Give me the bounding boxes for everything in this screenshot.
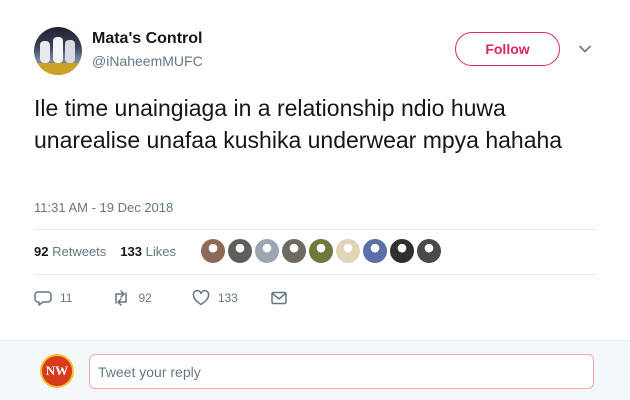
reply-count: 11 [60, 291, 73, 305]
likes-label: Likes [145, 244, 176, 259]
author-name[interactable]: Mata's Control [92, 30, 202, 48]
reply-button[interactable]: 11 [34, 289, 72, 307]
liker-avatar[interactable] [255, 239, 279, 263]
engagement-stats: 92 Retweets 133 Likes [34, 244, 176, 259]
reply-bar: NW [0, 340, 630, 400]
author-avatar[interactable] [34, 27, 82, 75]
follow-button[interactable]: Follow [455, 32, 560, 66]
liker-avatar[interactable] [228, 239, 252, 263]
like-count: 133 [217, 291, 238, 305]
liker-avatar[interactable] [417, 239, 441, 263]
heart-icon [192, 289, 210, 306]
envelope-icon [271, 291, 287, 305]
liker-avatar[interactable] [336, 239, 360, 263]
liker-avatar[interactable] [309, 239, 333, 263]
divider [34, 229, 596, 230]
tweet-text: Ile time unaingiaga in a relationship nd… [34, 95, 563, 153]
direct-message-button[interactable] [270, 289, 288, 307]
liker-avatars [201, 239, 441, 263]
retweets-label: Retweets [52, 244, 107, 259]
tweet-actions: 11 92 133 [34, 289, 320, 307]
user-avatar[interactable]: NW [40, 354, 74, 388]
reply-input[interactable] [89, 354, 594, 389]
liker-avatar[interactable] [201, 239, 225, 263]
retweets-count: 92 [34, 244, 49, 259]
chevron-down-icon[interactable] [578, 42, 592, 56]
divider [34, 274, 596, 275]
liker-avatar[interactable] [363, 239, 387, 263]
retweet-icon [115, 290, 128, 306]
retweets-stat[interactable]: 92 Retweets [34, 244, 106, 259]
retweet-count: 92 [138, 291, 152, 305]
likes-stat[interactable]: 133 Likes [120, 244, 176, 259]
retweet-button[interactable]: 92 [112, 289, 152, 307]
tweet-timestamp[interactable]: 11:31 AM - 19 Dec 2018 [34, 200, 173, 215]
liker-avatar[interactable] [282, 239, 306, 263]
author-handle[interactable]: @iNaheemMUFC [92, 53, 203, 69]
reply-icon [34, 291, 52, 306]
liker-avatar[interactable] [390, 239, 414, 263]
likes-count: 133 [120, 244, 142, 259]
like-button[interactable]: 133 [192, 289, 238, 307]
